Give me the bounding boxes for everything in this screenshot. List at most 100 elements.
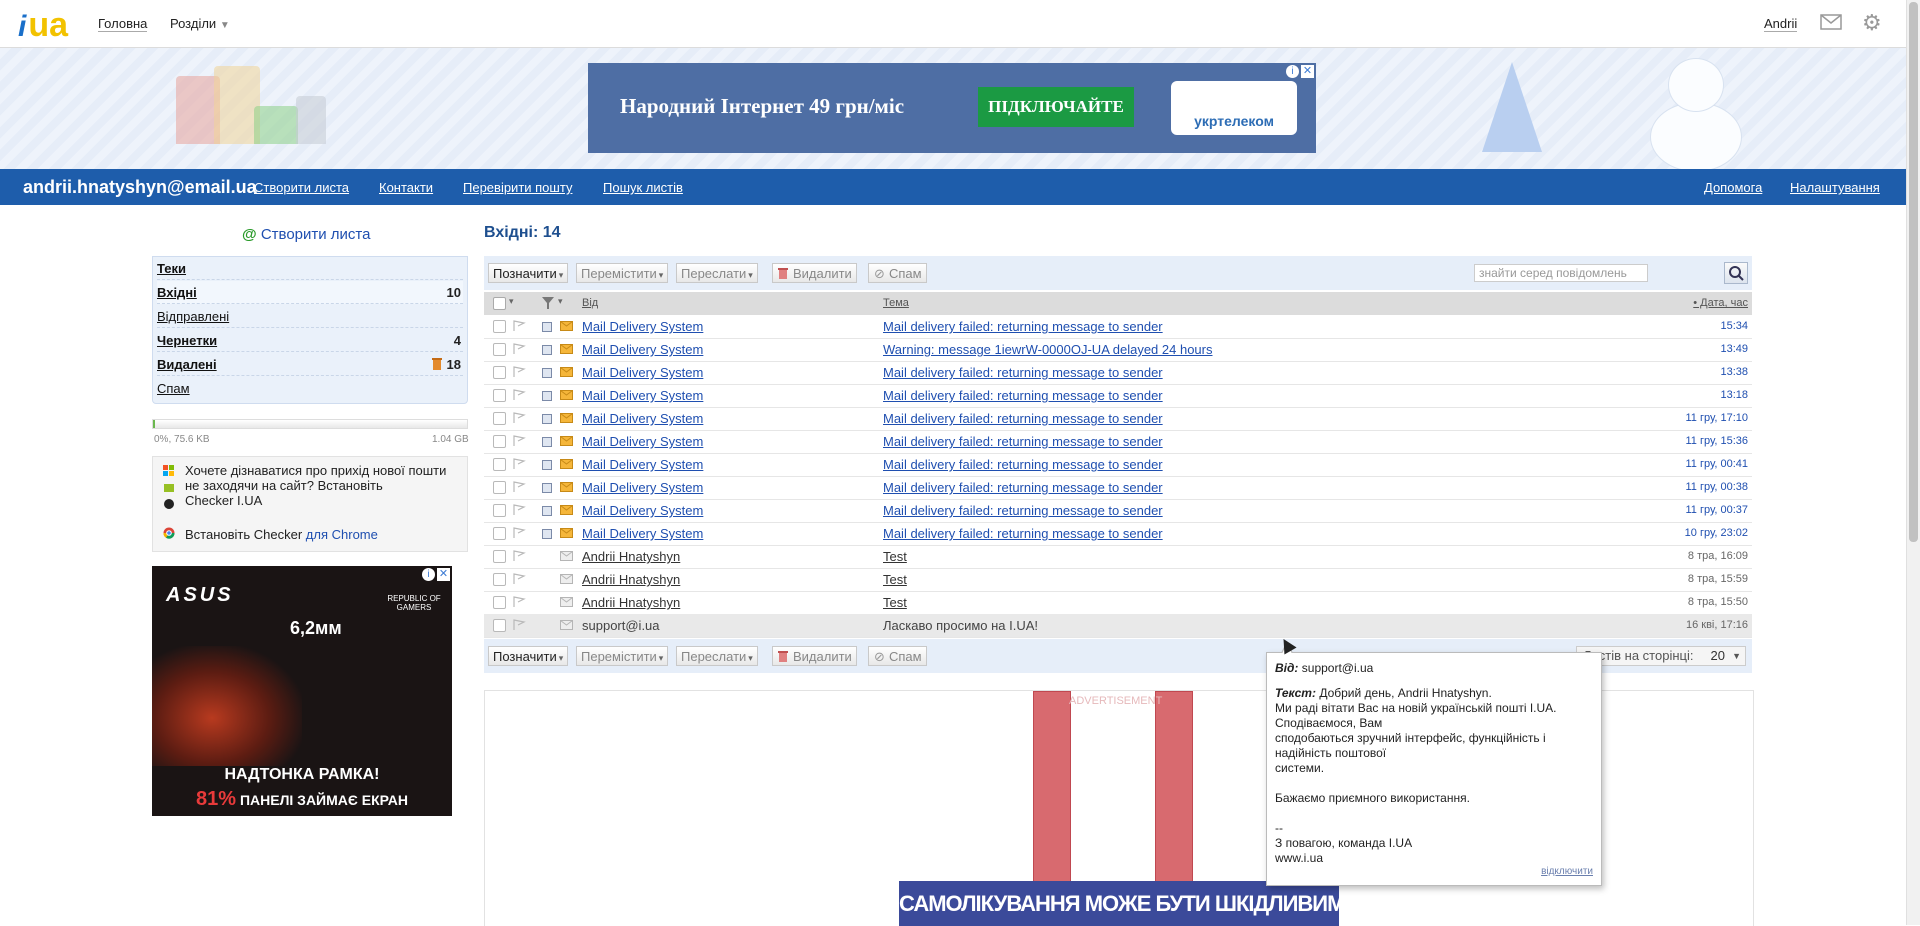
message-sender[interactable]: Mail Delivery System <box>582 434 703 449</box>
flag-icon[interactable] <box>512 504 526 516</box>
sidebar-item-inbox[interactable]: Вхідні 10 <box>157 281 463 304</box>
sidebar-item-deleted[interactable]: Видалені 18 <box>157 353 463 376</box>
flag-icon[interactable] <box>512 343 526 355</box>
message-subject[interactable]: Mail delivery failed: returning message … <box>883 388 1163 403</box>
message-subject[interactable]: Test <box>883 549 907 564</box>
check-mail-link[interactable]: Перевірити пошту <box>463 180 572 195</box>
search-button[interactable] <box>1724 262 1748 284</box>
message-sender[interactable]: Mail Delivery System <box>582 411 703 426</box>
spam-button[interactable]: ⊘ Спам <box>868 263 927 283</box>
disable-preview-link[interactable]: відключити <box>1541 866 1593 877</box>
flag-icon[interactable] <box>512 412 526 424</box>
table-row[interactable]: Andrii Hnatyshyn Test 8 тра, 15:59 <box>484 568 1752 592</box>
folders-header[interactable]: Теки <box>157 257 463 280</box>
flag-icon[interactable] <box>512 596 526 608</box>
row-checkbox[interactable] <box>493 458 506 471</box>
flag-icon[interactable] <box>512 550 526 562</box>
chrome-checker-link[interactable]: для Chrome <box>306 527 378 542</box>
search-input[interactable]: знайти серед повідомлень <box>1474 264 1648 282</box>
flag-icon[interactable] <box>512 320 526 332</box>
message-sender[interactable]: support@i.ua <box>582 618 660 633</box>
move-button[interactable]: Перемістити ▾ <box>576 646 669 666</box>
message-subject[interactable]: Mail delivery failed: returning message … <box>883 480 1163 495</box>
ad-close-icon[interactable]: ✕ <box>1301 65 1314 78</box>
row-checkbox[interactable] <box>493 527 506 540</box>
sidebar-item-sent[interactable]: Відправлені <box>157 305 463 328</box>
message-subject[interactable]: Mail delivery failed: returning message … <box>883 319 1163 334</box>
flag-icon[interactable] <box>512 619 526 631</box>
select-all-checkbox[interactable] <box>493 297 506 310</box>
sidebar-create-letter-link[interactable]: Створити листа <box>261 226 371 243</box>
message-sender[interactable]: Andrii Hnatyshyn <box>582 549 680 564</box>
contacts-link[interactable]: Контакти <box>379 180 433 195</box>
row-checkbox[interactable] <box>493 389 506 402</box>
table-row[interactable]: support@i.ua Ласкаво просимо на I.UA! 16 к… <box>484 614 1752 638</box>
column-from[interactable]: Від <box>582 297 598 309</box>
message-sender[interactable]: Mail Delivery System <box>582 388 703 403</box>
delete-button[interactable]: Видалити <box>772 263 857 283</box>
page-scrollbar[interactable] <box>1906 0 1920 925</box>
help-link[interactable]: Допомога <box>1704 180 1762 195</box>
message-sender[interactable]: Andrii Hnatyshyn <box>582 595 680 610</box>
table-row[interactable]: Mail Delivery System Mail delivery failed… <box>484 453 1752 477</box>
message-sender[interactable]: Mail Delivery System <box>582 342 703 357</box>
row-checkbox[interactable] <box>493 481 506 494</box>
nav-home-link[interactable]: Головна <box>98 16 148 32</box>
table-row[interactable]: Mail Delivery System Mail delivery failed… <box>484 476 1752 500</box>
flag-icon[interactable] <box>512 458 526 470</box>
ad-info-icon[interactable]: i <box>422 568 435 581</box>
gear-icon[interactable]: ⚙ <box>1862 12 1882 34</box>
row-checkbox[interactable] <box>493 619 506 632</box>
sidebar-item-spam[interactable]: Спам <box>157 377 463 399</box>
message-subject[interactable]: Test <box>883 572 907 587</box>
table-row[interactable]: Mail Delivery System Mail delivery failed… <box>484 499 1752 523</box>
column-date[interactable]: • Дата, час <box>1693 297 1748 309</box>
message-sender[interactable]: Mail Delivery System <box>582 457 703 472</box>
message-sender[interactable]: Mail Delivery System <box>582 526 703 541</box>
scrollbar-thumb[interactable] <box>1909 2 1918 542</box>
message-sender[interactable]: Mail Delivery System <box>582 480 703 495</box>
sidebar-item-drafts[interactable]: Чернетки 4 <box>157 329 463 352</box>
table-row[interactable]: Mail Delivery System Mail delivery failed… <box>484 430 1752 454</box>
message-subject[interactable]: Mail delivery failed: returning message … <box>883 411 1163 426</box>
delete-button[interactable]: Видалити <box>772 646 857 666</box>
message-subject[interactable]: Mail delivery failed: returning message … <box>883 434 1163 449</box>
flag-icon[interactable] <box>512 435 526 447</box>
row-checkbox[interactable] <box>493 550 506 563</box>
mark-button[interactable]: Позначити ▾ <box>488 263 569 283</box>
table-row[interactable]: Mail Delivery System Mail delivery failed… <box>484 315 1752 339</box>
message-subject[interactable]: Mail delivery failed: returning message … <box>883 365 1163 380</box>
row-checkbox[interactable] <box>493 412 506 425</box>
message-sender[interactable]: Mail Delivery System <box>582 365 703 380</box>
create-letter-link[interactable]: Створити листа <box>254 180 349 195</box>
select-dropdown-icon[interactable]: ▾ <box>509 296 514 307</box>
flag-icon[interactable] <box>512 481 526 493</box>
settings-link[interactable]: Налаштування <box>1790 180 1880 195</box>
row-checkbox[interactable] <box>493 435 506 448</box>
table-row[interactable]: Andrii Hnatyshyn Test 8 тра, 16:09 <box>484 545 1752 569</box>
forward-button[interactable]: Переслати ▾ <box>676 646 758 666</box>
flag-icon[interactable] <box>512 366 526 378</box>
iua-logo[interactable]: i ua <box>18 6 68 42</box>
ad-connect-button[interactable]: ПІДКЛЮЧАЙТЕ <box>978 87 1134 127</box>
table-row[interactable]: Mail Delivery System Mail delivery failed… <box>484 384 1752 408</box>
flag-icon[interactable] <box>512 389 526 401</box>
table-row[interactable]: Mail Delivery System Mail delivery failed… <box>484 522 1752 546</box>
message-sender[interactable]: Andrii Hnatyshyn <box>582 572 680 587</box>
envelope-icon[interactable] <box>1820 14 1842 30</box>
checker-link[interactable]: Checker I.UA <box>185 493 262 508</box>
empty-trash-icon[interactable] <box>431 356 443 371</box>
message-subject[interactable]: Mail delivery failed: returning message … <box>883 503 1163 518</box>
message-sender[interactable]: Mail Delivery System <box>582 319 703 334</box>
forward-button[interactable]: Переслати ▾ <box>676 263 758 283</box>
search-letters-link[interactable]: Пошук листів <box>603 180 683 195</box>
spam-button[interactable]: ⊘ Спам <box>868 646 927 666</box>
message-subject[interactable]: Test <box>883 595 907 610</box>
ad-info-icon[interactable]: i <box>1286 65 1299 78</box>
filter-icon[interactable] <box>542 297 554 309</box>
flag-icon[interactable] <box>512 573 526 585</box>
message-subject[interactable]: Warning: message 1iewrW-0000OJ-UA delaye… <box>883 342 1213 357</box>
filter-dropdown-icon[interactable]: ▾ <box>558 296 563 307</box>
message-subject[interactable]: Ласкаво просимо на I.UA! <box>883 618 1038 633</box>
table-row[interactable]: Mail Delivery System Mail delivery failed… <box>484 407 1752 431</box>
